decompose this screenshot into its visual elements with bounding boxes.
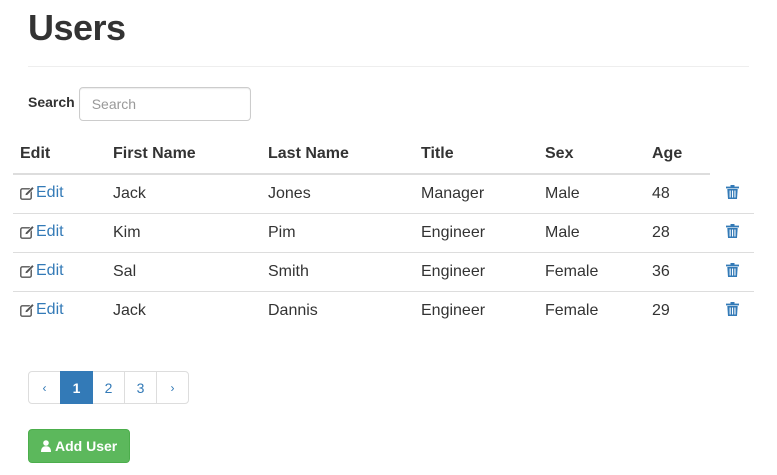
edit-icon xyxy=(20,185,35,200)
cell-age: 28 xyxy=(645,213,710,253)
search-bar: Search xyxy=(28,87,251,121)
cell-first-name: Jack xyxy=(113,185,146,202)
delete-cell xyxy=(710,174,754,214)
pagination-page-1[interactable]: 1 xyxy=(60,371,93,404)
pagination: ‹ 1 2 3 › xyxy=(28,371,189,404)
cell-title: Manager xyxy=(421,185,485,202)
table-row: Edit Sal Smith Engineer Female 36 xyxy=(13,252,754,292)
cell-age: 48 xyxy=(652,185,670,202)
edit-link[interactable]: Edit xyxy=(20,223,64,241)
edit-link-label: Edit xyxy=(36,183,64,201)
edit-cell: Edit xyxy=(13,174,106,214)
add-user-label: Add User xyxy=(55,438,118,454)
edit-icon xyxy=(20,302,35,317)
users-table: Edit First Name Last Name Title Sex Age … xyxy=(13,135,754,330)
cell-first-name: Jack xyxy=(106,291,261,330)
cell-sex: Female xyxy=(538,252,645,292)
search-label: Search xyxy=(28,94,75,110)
table-header-row: Edit First Name Last Name Title Sex Age xyxy=(13,135,754,175)
cell-age: 36 xyxy=(645,252,710,292)
trash-icon[interactable] xyxy=(725,263,739,277)
header-last-name: Last Name xyxy=(261,135,414,175)
cell-last-name: Smith xyxy=(261,252,414,292)
add-user-button[interactable]: Add User xyxy=(28,429,131,463)
cell-age: 29 xyxy=(645,291,710,330)
trash-icon[interactable] xyxy=(725,302,739,316)
cell-sex: Male xyxy=(538,213,645,253)
edit-cell: Edit xyxy=(13,252,106,292)
pagination-page-2[interactable]: 2 xyxy=(92,371,125,404)
cell-last-name: Dannis xyxy=(261,291,414,330)
edit-icon xyxy=(20,263,35,278)
edit-icon xyxy=(20,224,35,239)
delete-cell xyxy=(710,252,754,292)
cell-first-name: Sal xyxy=(106,252,261,292)
edit-link[interactable]: Edit xyxy=(20,262,64,280)
cell-sex: Female xyxy=(538,291,645,330)
cell-sex: Male xyxy=(545,185,580,202)
pagination-prev[interactable]: ‹ xyxy=(28,371,61,404)
header-edit: Edit xyxy=(13,135,106,175)
header-title: Title xyxy=(414,135,538,175)
cell-title: Engineer xyxy=(414,291,538,330)
delete-cell xyxy=(710,291,754,330)
edit-link[interactable]: Edit xyxy=(20,301,64,319)
delete-cell xyxy=(710,213,754,253)
header-delete xyxy=(710,135,754,174)
page-title: Users xyxy=(28,7,126,48)
edit-link-label: Edit xyxy=(36,300,64,318)
header-first-name: First Name xyxy=(106,135,261,175)
edit-cell: Edit xyxy=(13,213,106,253)
edit-link-label: Edit xyxy=(36,261,64,279)
header-sex: Sex xyxy=(538,135,645,175)
cell-last-name: Pim xyxy=(261,213,414,253)
edit-cell: Edit xyxy=(13,291,106,330)
title-divider xyxy=(28,66,749,67)
pagination-next[interactable]: › xyxy=(156,371,189,404)
user-icon xyxy=(41,440,51,452)
search-input[interactable] xyxy=(78,87,251,121)
cell-last-name: Jones xyxy=(268,185,311,202)
trash-icon[interactable] xyxy=(725,184,739,199)
cell-first-name: Kim xyxy=(106,213,261,253)
table-row: Edit Jack Jones Manager Male 48 xyxy=(13,174,754,214)
trash-icon[interactable] xyxy=(725,224,739,238)
edit-link-label: Edit xyxy=(36,222,64,240)
cell-title: Engineer xyxy=(414,213,538,253)
cell-title: Engineer xyxy=(414,252,538,292)
table-row: Edit Jack Dannis Engineer Female 29 xyxy=(13,291,754,330)
header-age: Age xyxy=(645,135,710,175)
edit-link[interactable]: Edit xyxy=(20,184,64,202)
pagination-page-3[interactable]: 3 xyxy=(124,371,157,404)
table-row: Edit Kim Pim Engineer Male 28 xyxy=(13,213,754,253)
